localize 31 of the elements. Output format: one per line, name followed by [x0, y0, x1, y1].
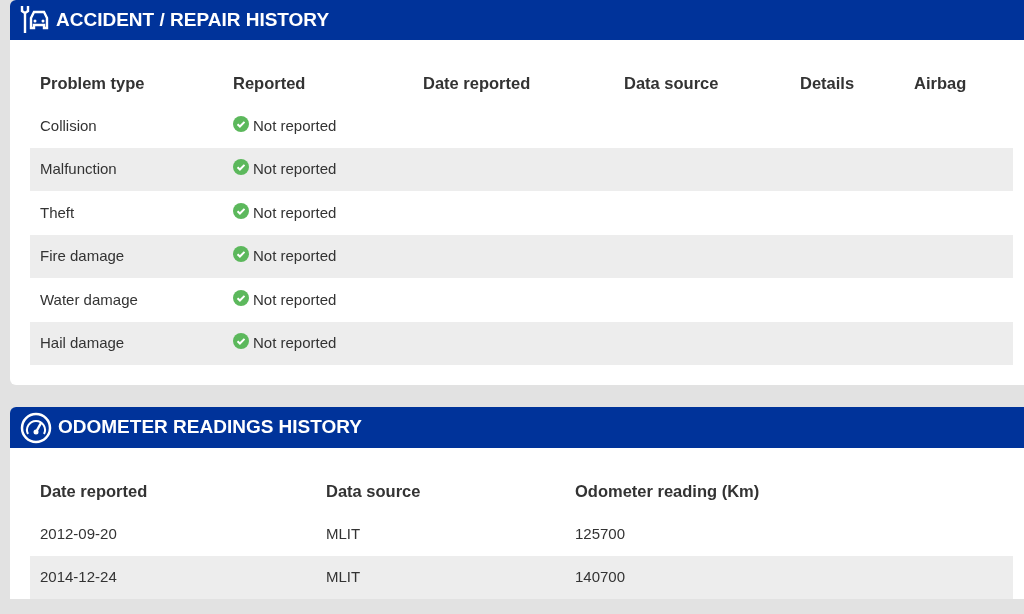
column-header: Data source	[325, 480, 422, 502]
table-cell: 125700	[565, 512, 1013, 556]
speedometer-icon	[20, 411, 52, 444]
table-cell: Hail damage	[30, 321, 223, 365]
column-header: Reported	[232, 72, 307, 94]
column-header: Date reported	[39, 480, 149, 502]
table-cell: MLIT	[316, 555, 565, 599]
wrench-car-icon	[20, 4, 50, 36]
column-header: Problem type	[39, 72, 146, 94]
table-cell: Theft	[30, 191, 223, 235]
column-header: Airbag	[913, 72, 968, 94]
table-cell: MLIT	[316, 512, 565, 556]
column-header: Odometer reading (Km)	[574, 480, 761, 502]
status-text: Not reported	[253, 290, 337, 308]
table-cell: Water damage	[30, 278, 223, 322]
status-text: Not reported	[253, 334, 337, 351]
table-cell: Fire damage	[30, 234, 223, 278]
column-header: Details	[799, 72, 856, 94]
column-header: Data source	[623, 72, 720, 94]
table-cell: Malfunction	[30, 147, 223, 191]
table-cell: 140700	[565, 555, 1013, 599]
status-text: Not reported	[253, 160, 337, 177]
status-text: Not reported	[253, 247, 337, 264]
table-cell: Collision	[30, 104, 223, 148]
column-header: Date reported	[422, 72, 532, 94]
table-cell: 2012-09-20	[30, 512, 316, 556]
status-text: Not reported	[253, 203, 337, 221]
table-cell: 2014-12-24	[30, 555, 316, 599]
section-title: ACCIDENT / REPAIR HISTORY	[56, 7, 330, 32]
section-title: ODOMETER READINGS HISTORY	[58, 415, 363, 440]
status-text: Not reported	[253, 116, 337, 134]
